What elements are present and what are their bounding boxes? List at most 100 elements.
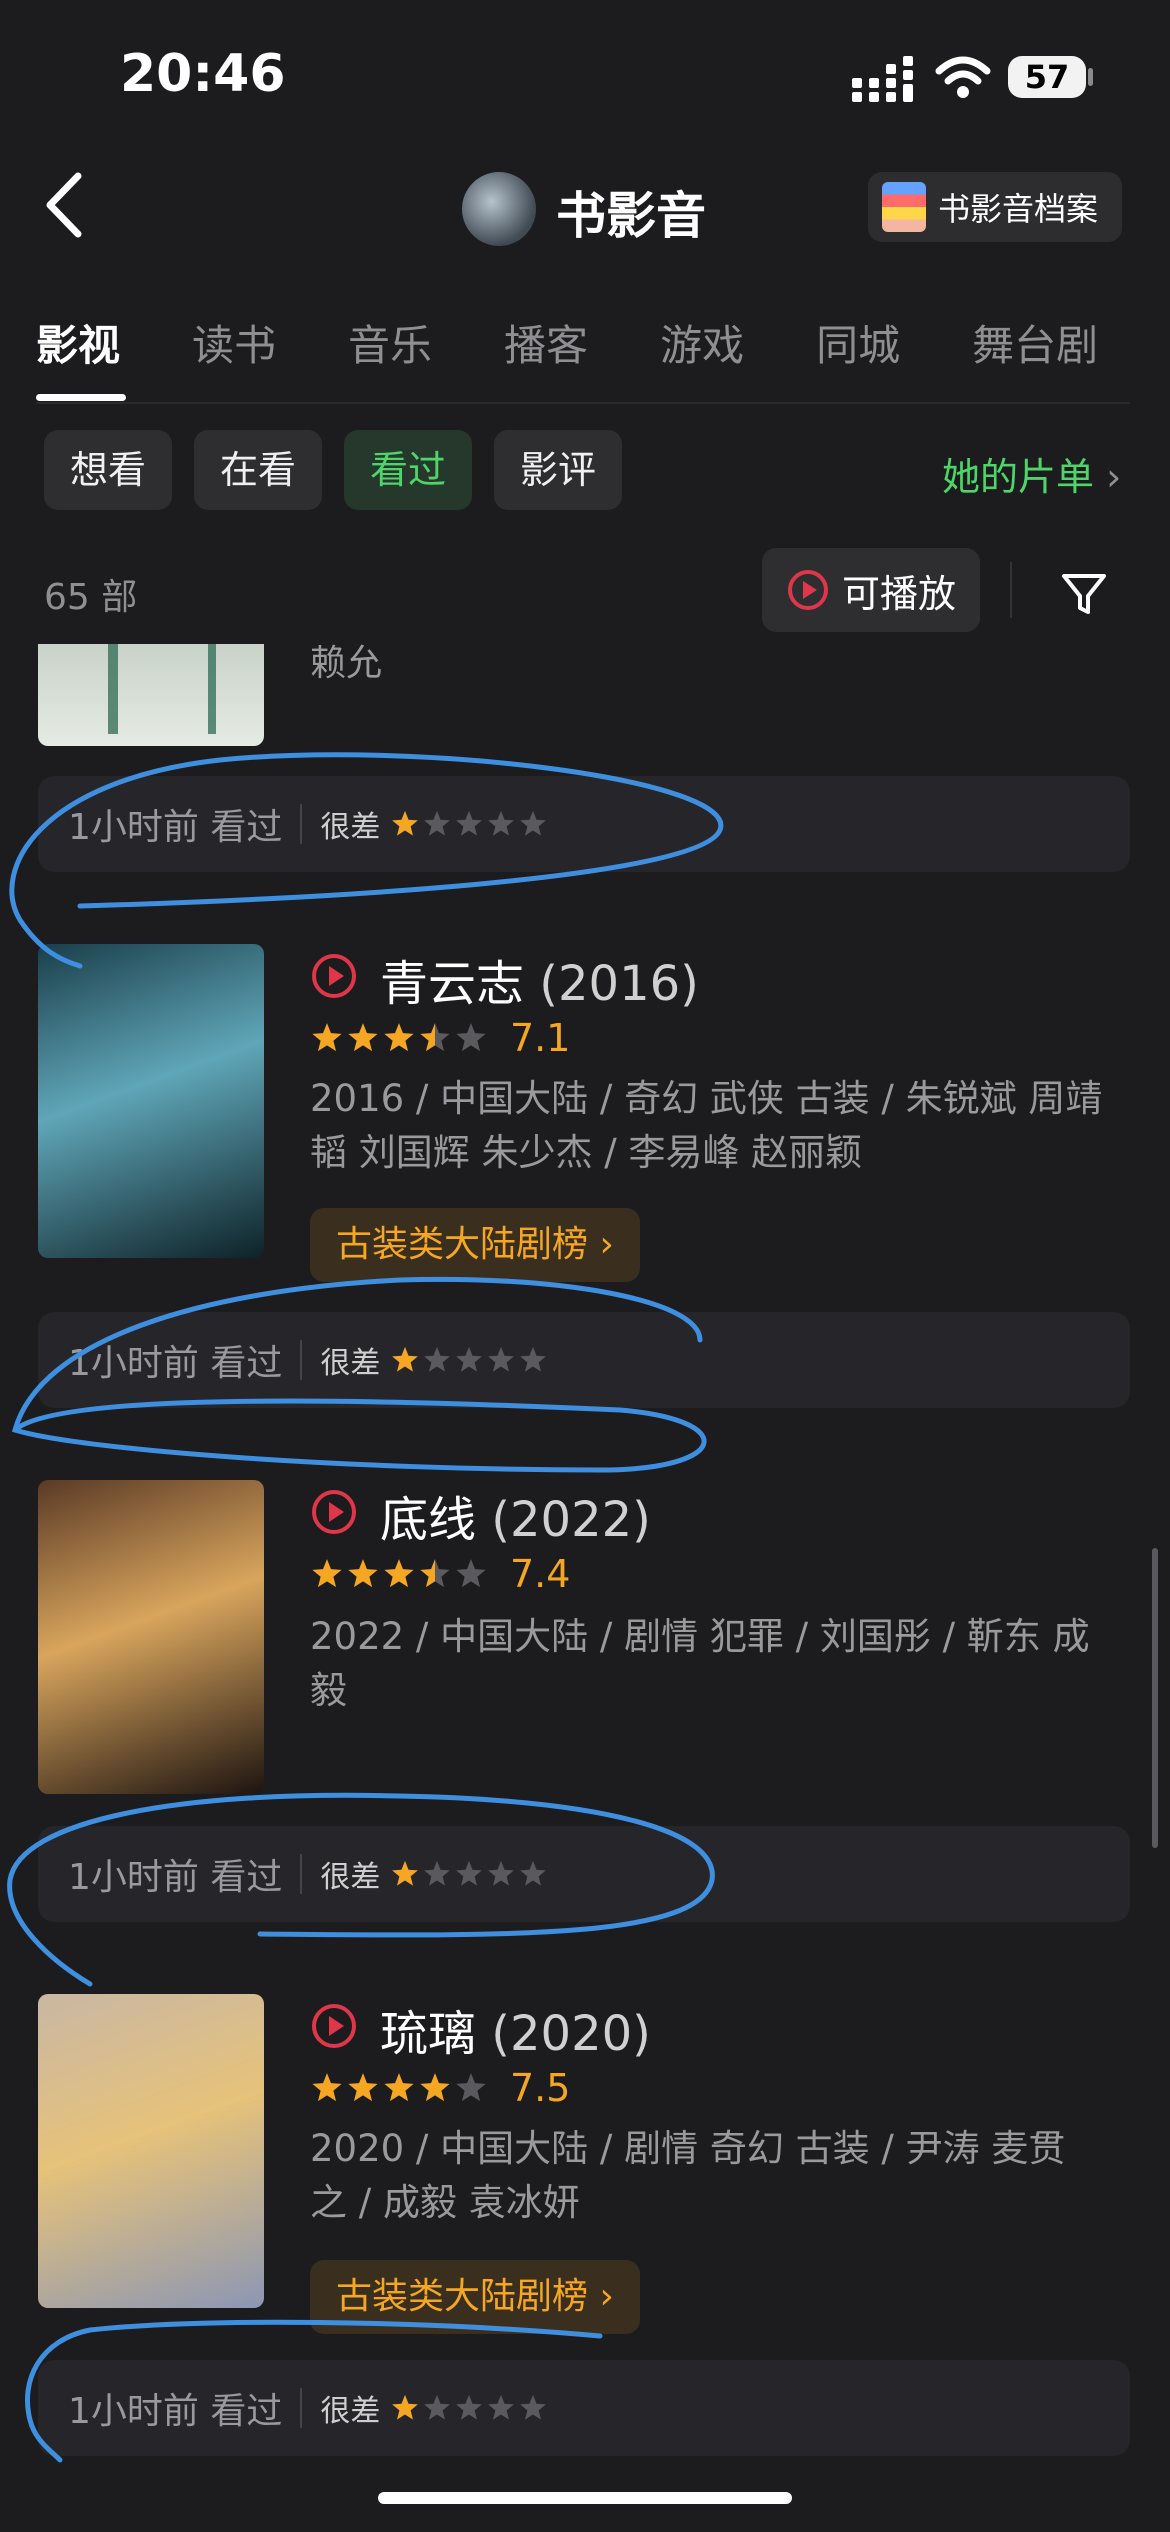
scrollbar[interactable] [1152, 1548, 1158, 1848]
star-icon [384, 1023, 414, 1052]
movie-meta: 2022 / 中国大陆 / 剧情 犯罪 / 刘国彤 / 靳东 成 毅 [310, 1610, 1120, 1718]
star-icon [424, 1860, 451, 1886]
star-icon [392, 1860, 419, 1886]
score-row: 7.5 [310, 2066, 571, 2110]
play-circle-icon[interactable] [310, 1488, 358, 1536]
rank-label: 古装类大陆剧榜 [336, 2276, 589, 2317]
star-icon [456, 1023, 486, 1052]
star-icon [520, 1860, 547, 1886]
meta-line: 2016 / 中国大陆 / 奇幻 武侠 古装 / 朱锐斌 周靖 [310, 1077, 1103, 1120]
movie-title[interactable]: 底线 (2022) [380, 1480, 651, 1550]
back-arrow-icon[interactable] [40, 170, 90, 240]
star-icon [392, 2394, 419, 2420]
star-icon [456, 810, 483, 836]
battery-indicator: 57 [1008, 56, 1086, 98]
poster-image[interactable] [38, 1480, 264, 1794]
movie-name: 底线 [380, 1492, 477, 1548]
star-icon [312, 1559, 342, 1588]
partial-list-item[interactable]: 赖允 [0, 644, 1170, 748]
score-value: 7.5 [510, 2066, 571, 2110]
battery-cap [1088, 68, 1093, 86]
partial-meta: 赖允 [310, 644, 383, 684]
category-tabs: 影视 读书 音乐 播客 游戏 同城 舞台剧 [36, 312, 1098, 373]
filter-funnel-icon[interactable] [1056, 566, 1112, 622]
meta-line: 2020 / 中国大陆 / 剧情 奇幻 古装 / 尹涛 麦贯 [310, 2127, 1066, 2170]
movie-title[interactable]: 琉璃 (2020) [380, 1994, 651, 2064]
partial-poster [38, 644, 264, 746]
watched-time: 1小时前 看过 [68, 1857, 283, 1898]
rating-verdict: 很差 [320, 1346, 381, 1381]
play-circle-icon[interactable] [310, 952, 358, 1000]
movie-title[interactable]: 青云志 (2016) [380, 944, 699, 1014]
star-icon [520, 2394, 547, 2420]
movie-name: 琉璃 [380, 2006, 477, 2062]
tab-podcast[interactable]: 播客 [504, 312, 588, 373]
her-list-link[interactable]: 她的片单 › [942, 446, 1121, 501]
chevron-right-icon: › [599, 1224, 614, 1265]
archive-button[interactable]: 书影音档案 [868, 172, 1122, 242]
status-time: 20:46 [120, 44, 286, 104]
star-icon [420, 2073, 450, 2102]
active-tab-indicator [36, 394, 126, 401]
score-value: 7.4 [510, 1552, 571, 1596]
rating-verdict: 很差 [320, 1860, 381, 1895]
star-icon [488, 1346, 515, 1372]
rating-row: 1小时前 看过 很差 [38, 2360, 1130, 2456]
play-circle-icon[interactable] [310, 2002, 358, 2050]
toolbar-divider [1010, 562, 1012, 618]
playable-filter-button[interactable]: 可播放 [762, 548, 980, 632]
chip-watching[interactable]: 在看 [194, 430, 322, 510]
tab-local[interactable]: 同城 [816, 312, 900, 373]
chevron-right-icon: › [1106, 455, 1122, 499]
star-icon [456, 2394, 483, 2420]
movie-meta: 2016 / 中国大陆 / 奇幻 武侠 古装 / 朱锐斌 周靖 韬 刘国辉 朱少… [310, 1072, 1120, 1180]
her-list-label: 她的片单 [942, 455, 1095, 499]
douban-stars [310, 2070, 490, 2106]
star-icon [348, 1559, 378, 1588]
archive-button-label: 书影音档案 [938, 190, 1099, 228]
chip-watched[interactable]: 看过 [344, 430, 472, 510]
cellular-signal-icon [852, 56, 913, 102]
star-icon [488, 1860, 515, 1886]
movie-name: 青云志 [380, 956, 525, 1012]
rank-label: 古装类大陆剧榜 [336, 1224, 589, 1265]
playable-label: 可播放 [841, 571, 956, 616]
tab-games[interactable]: 游戏 [660, 312, 744, 373]
rating-row: 1小时前 看过 很差 [38, 776, 1130, 872]
rating-verdict: 很差 [320, 810, 381, 845]
user-avatar[interactable] [462, 172, 536, 246]
star-icon [520, 1346, 547, 1372]
watched-time: 1小时前 看过 [68, 1343, 283, 1384]
star-icon [384, 2073, 414, 2102]
user-rating-stars [390, 1345, 550, 1375]
chip-want-to-watch[interactable]: 想看 [44, 430, 172, 510]
star-icon [424, 810, 451, 836]
poster-image[interactable] [38, 1994, 264, 2308]
star-icon [312, 2073, 342, 2102]
movie-meta: 2020 / 中国大陆 / 剧情 奇幻 古装 / 尹涛 麦贯 之 / 成毅 袁冰… [310, 2122, 1120, 2230]
rating-row: 1小时前 看过 很差 [38, 1312, 1130, 1408]
rank-badge[interactable]: 古装类大陆剧榜 › [310, 1208, 640, 1282]
poster-image[interactable] [38, 944, 264, 1258]
rating-divider [300, 1340, 303, 1380]
star-icon [456, 1860, 483, 1886]
star-icon [488, 2394, 515, 2420]
rank-badge[interactable]: 古装类大陆剧榜 › [310, 2260, 640, 2334]
score-row: 7.1 [310, 1019, 570, 1057]
rating-verdict: 很差 [320, 2394, 381, 2429]
meta-line: 2022 / 中国大陆 / 剧情 犯罪 / 刘国彤 / 靳东 成 [310, 1615, 1090, 1658]
tab-music[interactable]: 音乐 [348, 312, 432, 373]
star-icon [456, 2073, 486, 2102]
chip-reviews[interactable]: 影评 [494, 430, 622, 510]
tab-books[interactable]: 读书 [192, 312, 276, 373]
movie-year: (2020) [491, 2006, 651, 2062]
page-title: 书影音 [556, 187, 706, 245]
tab-movies[interactable]: 影视 [36, 312, 120, 373]
tabs-divider [36, 402, 1130, 404]
home-indicator [378, 2492, 792, 2504]
star-icon [488, 810, 515, 836]
tab-stage[interactable]: 舞台剧 [972, 312, 1098, 373]
star-icon [456, 1346, 483, 1372]
star-icon [420, 1559, 450, 1588]
user-rating-stars [390, 809, 550, 839]
